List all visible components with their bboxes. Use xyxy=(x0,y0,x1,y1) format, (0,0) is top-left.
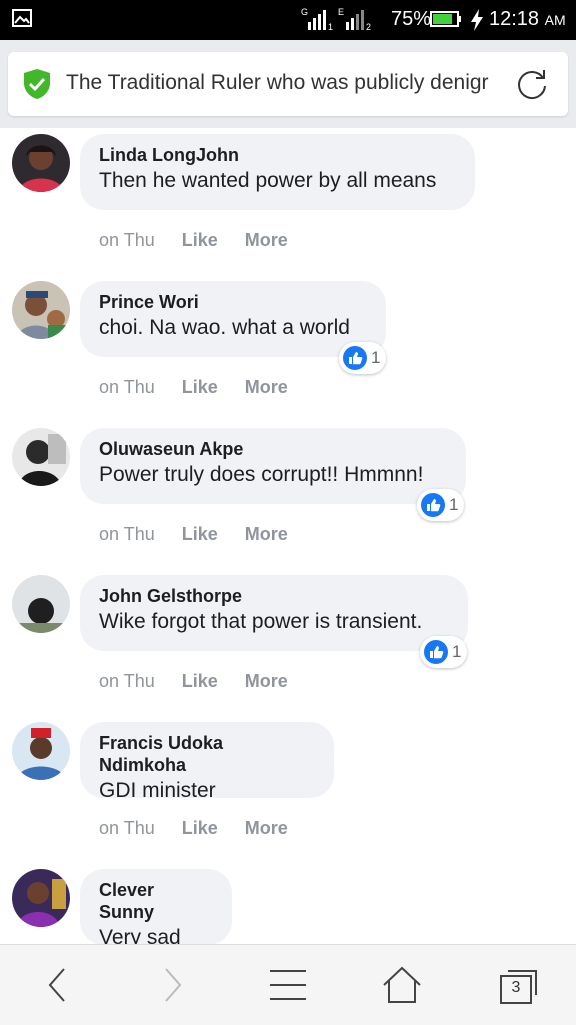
reaction-count[interactable]: 1 xyxy=(417,489,465,521)
comment-author[interactable]: Oluwaseun Akpe xyxy=(99,438,446,460)
more-button[interactable]: More xyxy=(245,524,288,544)
like-button[interactable]: Like xyxy=(182,671,218,691)
comment-time: on Thu xyxy=(99,377,155,397)
comment-author[interactable]: Clever Sunny xyxy=(99,879,212,923)
like-reaction-icon xyxy=(424,640,448,664)
comment-time: on Thu xyxy=(99,818,155,838)
svg-text:G: G xyxy=(301,7,308,17)
battery-icon xyxy=(430,11,461,27)
comment-actions: on Thu Like More xyxy=(99,377,310,398)
comment-author[interactable]: Francis Udoka Ndimkoha xyxy=(99,732,314,776)
comment-text: Power truly does corrupt!! Hmmnn! xyxy=(99,463,424,486)
like-button[interactable]: Like xyxy=(182,818,218,838)
comment-text: Then he wanted power by all means xyxy=(99,169,437,192)
svg-text:E: E xyxy=(338,7,344,17)
like-button[interactable]: Like xyxy=(182,524,218,544)
comment: Clever Sunny Very sad xyxy=(0,863,576,944)
comment: Prince Wori choi. Na wao. what a world 1… xyxy=(0,275,576,423)
comment-bubble[interactable]: Clever Sunny Very sad xyxy=(80,869,232,944)
comment-bubble[interactable]: Linda LongJohn Then he wanted power by a… xyxy=(80,134,475,210)
comment-time: on Thu xyxy=(99,671,155,691)
more-button[interactable]: More xyxy=(245,230,288,250)
like-button[interactable]: Like xyxy=(182,377,218,397)
comment-bubble[interactable]: Oluwaseun Akpe Power truly does corrupt!… xyxy=(80,428,466,504)
menu-icon[interactable] xyxy=(268,965,308,1005)
avatar[interactable] xyxy=(12,722,70,780)
comment: Linda LongJohn Then he wanted power by a… xyxy=(0,128,576,276)
tabs-button[interactable]: 3 xyxy=(498,965,538,1005)
comment-author[interactable]: Linda LongJohn xyxy=(99,144,455,166)
forward-icon[interactable] xyxy=(152,965,192,1005)
signal-icon: G 1 E 2 xyxy=(301,7,371,32)
like-reaction-icon xyxy=(421,493,445,517)
bottom-navigation: 3 xyxy=(0,944,576,1025)
reaction-number: 1 xyxy=(449,495,459,514)
comment-time: on Thu xyxy=(99,524,155,544)
reaction-number: 1 xyxy=(452,642,462,661)
battery-percent: 75% xyxy=(391,8,432,30)
comment-author[interactable]: Prince Wori xyxy=(99,291,366,313)
address-bar-container: The Traditional Ruler who was publicly d… xyxy=(0,40,576,128)
comment-text: choi. Na wao. what a world xyxy=(99,316,350,339)
status-bar: G 1 E 2 75% 12:18 AM xyxy=(0,0,576,40)
comment: John Gelsthorpe Wike forgot that power i… xyxy=(0,569,576,717)
back-icon[interactable] xyxy=(38,965,78,1005)
secure-shield-icon xyxy=(24,69,50,99)
reaction-count[interactable]: 1 xyxy=(339,342,387,374)
avatar[interactable] xyxy=(12,134,70,192)
reaction-count[interactable]: 1 xyxy=(420,636,468,668)
comment-actions: on Thu Like More xyxy=(99,671,310,692)
comment-text: GDI minister xyxy=(99,779,216,802)
svg-text:2: 2 xyxy=(366,22,371,32)
clock: 12:18 AM xyxy=(489,8,566,30)
comment-bubble[interactable]: Prince Wori choi. Na wao. what a world xyxy=(80,281,386,357)
comment-bubble[interactable]: Francis Udoka Ndimkoha GDI minister xyxy=(80,722,334,802)
avatar[interactable] xyxy=(12,428,70,486)
comment-actions: on Thu Like More xyxy=(99,230,310,251)
tabs-count: 3 xyxy=(511,979,521,996)
like-button[interactable]: Like xyxy=(182,230,218,250)
address-bar[interactable]: The Traditional Ruler who was publicly d… xyxy=(8,52,568,116)
more-button[interactable]: More xyxy=(245,671,288,691)
like-reaction-icon xyxy=(343,346,367,370)
comment-text: Wike forgot that power is transient. xyxy=(99,610,423,633)
comment-time: on Thu xyxy=(99,230,155,250)
url-text[interactable]: The Traditional Ruler who was publicly d… xyxy=(66,71,506,95)
gallery-icon xyxy=(12,9,32,27)
comment-author[interactable]: John Gelsthorpe xyxy=(99,585,448,607)
comment-text: Very sad xyxy=(99,926,181,944)
more-button[interactable]: More xyxy=(245,818,288,838)
avatar[interactable] xyxy=(12,575,70,633)
charging-icon xyxy=(471,9,483,31)
reload-icon[interactable] xyxy=(514,66,550,102)
avatar[interactable] xyxy=(12,281,70,339)
comment-actions: on Thu Like More xyxy=(99,524,310,545)
svg-text:1: 1 xyxy=(328,22,333,32)
comment-bubble[interactable]: John Gelsthorpe Wike forgot that power i… xyxy=(80,575,468,651)
more-button[interactable]: More xyxy=(245,377,288,397)
avatar[interactable] xyxy=(12,869,70,927)
comments-feed: Linda LongJohn Then he wanted power by a… xyxy=(0,128,576,944)
reaction-number: 1 xyxy=(371,348,381,367)
comment: Oluwaseun Akpe Power truly does corrupt!… xyxy=(0,422,576,570)
comment: Francis Udoka Ndimkoha GDI minister on T… xyxy=(0,716,576,864)
comment-actions: on Thu Like More xyxy=(99,818,310,839)
home-icon[interactable] xyxy=(382,965,422,1005)
